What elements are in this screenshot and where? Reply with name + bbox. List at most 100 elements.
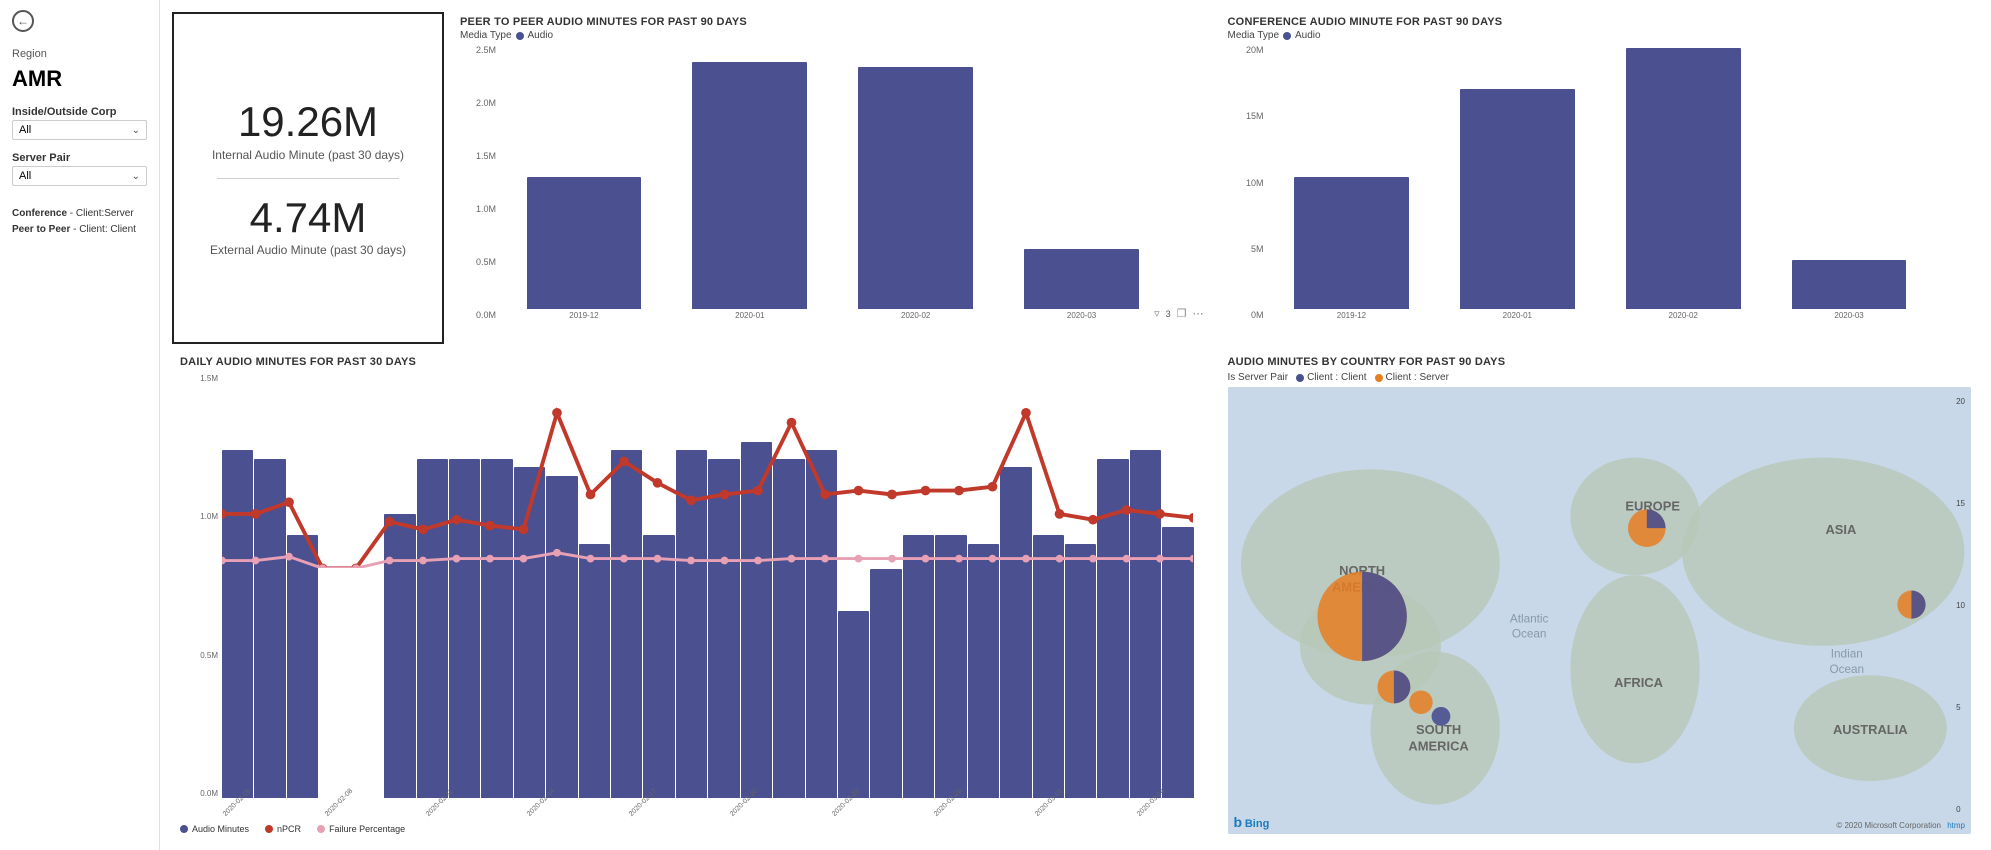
- conf-y-axis: 20M 15M 10M 5M 0M: [1228, 45, 1268, 320]
- daily-bar: [1065, 544, 1096, 798]
- bing-logo: b Bing: [1234, 814, 1270, 830]
- svg-text:ASIA: ASIA: [1825, 522, 1856, 537]
- daily-bar: [741, 442, 772, 798]
- filter-icon[interactable]: ▿: [1154, 307, 1160, 320]
- npcr-legend-label: nPCR: [277, 824, 301, 834]
- conf-media-dot: [1283, 32, 1291, 40]
- peer-y-axis: 2.5M 2.0M 1.5M 1.0M 0.5M 0.0M: [460, 45, 500, 320]
- conf-bars-wrapper: 2019-12 2020-012020-02 2020-03: [1270, 45, 1932, 320]
- daily-bars-area: [222, 374, 1194, 798]
- peer-chart-title: PEER TO PEER AUDIO MINUTES FOR PAST 90 D…: [460, 16, 1204, 28]
- sidebar-legend: Conference - Client:Server Peer to Peer …: [12, 206, 147, 238]
- daily-bar: [1033, 535, 1064, 798]
- map-legend-label: Is Server Pair: [1228, 372, 1289, 383]
- daily-bar: [1000, 467, 1031, 798]
- peer-bar-group: 2020-03: [1000, 45, 1164, 320]
- svg-text:AFRICA: AFRICA: [1614, 675, 1663, 690]
- kpi-value-internal: 19.26M: [212, 99, 404, 145]
- daily-bar: [773, 459, 804, 798]
- main-content: 19.26M Internal Audio Minute (past 30 da…: [160, 0, 1991, 850]
- daily-bar: [903, 535, 934, 798]
- daily-bar: [514, 467, 545, 798]
- svg-text:Atlantic: Atlantic: [1509, 612, 1548, 625]
- conf-chart-subtitle: Media Type Audio: [1228, 30, 1972, 41]
- svg-text:Ocean: Ocean: [1511, 628, 1546, 641]
- peer-bar-group: 2020-02: [834, 45, 998, 320]
- conf-bar-label: 2020-03: [1834, 311, 1863, 320]
- daily-bar: [643, 535, 674, 798]
- daily-chart-panel: DAILY AUDIO MINUTES FOR PAST 30 DAYS 1.5…: [168, 348, 1216, 842]
- conf-bar-group: 2020-02: [1601, 45, 1765, 320]
- conf-bar-label: 2019-12: [1337, 311, 1366, 320]
- daily-bar: [579, 544, 610, 798]
- conf-bar-group: 2020-01: [1435, 45, 1599, 320]
- region-value: AMR: [12, 66, 147, 92]
- daily-bar: [935, 535, 966, 798]
- svg-text:Indian: Indian: [1830, 648, 1862, 661]
- map-legend-subtitle: Is Server Pair Client : Client Client : …: [1228, 372, 1972, 383]
- conf-chart-title: CONFERENCE AUDIO MINUTE FOR PAST 90 DAYS: [1228, 16, 1972, 28]
- chevron-down-icon: ⌄: [132, 125, 140, 136]
- conference-legend-label: Conference: [12, 208, 67, 219]
- conf-media-type-value: Audio: [1295, 30, 1321, 41]
- more-icon[interactable]: ⋯: [1193, 307, 1204, 320]
- client-server-label: Client : Server: [1386, 372, 1449, 383]
- daily-y-axis: 1.5M 1.0M 0.5M 0.0M: [180, 374, 222, 798]
- kpi-block-external: 4.74M External Audio Minute (past 30 day…: [210, 195, 406, 257]
- daily-bar: [449, 459, 480, 798]
- audio-legend-dot: [180, 825, 188, 833]
- peer-media-type-label: Media Type: [460, 30, 512, 41]
- svg-text:Ocean: Ocean: [1829, 663, 1864, 676]
- kpi-block-internal: 19.26M Internal Audio Minute (past 30 da…: [212, 99, 404, 161]
- map-title: AUDIO MINUTES BY COUNTRY FOR PAST 90 DAY…: [1228, 356, 1972, 368]
- p2p-legend-desc: - Client: Client: [70, 224, 136, 235]
- daily-bar: [806, 450, 837, 798]
- chevron-down-icon2: ⌄: [132, 171, 140, 182]
- conf-bar: [1460, 89, 1575, 309]
- conf-bar: [1294, 177, 1409, 309]
- daily-chart-title: DAILY AUDIO MINUTES FOR PAST 30 DAYS: [180, 356, 1204, 368]
- svg-text:AMERICA: AMERICA: [1408, 738, 1468, 753]
- map-y-axis: 20 15 10 5 0: [1956, 397, 1965, 814]
- client-server-dot: [1375, 374, 1383, 382]
- conf-chart-area: 20M 15M 10M 5M 0M 2019-122020-012020-022…: [1228, 45, 1972, 340]
- conference-legend-desc: - Client:Server: [67, 208, 134, 219]
- region-label: Region: [12, 48, 147, 60]
- daily-bar: [384, 514, 415, 798]
- kpi-card: 19.26M Internal Audio Minute (past 30 da…: [172, 12, 444, 344]
- peer-bar-group: 2020-01: [668, 45, 832, 320]
- map-panel: AUDIO MINUTES BY COUNTRY FOR PAST 90 DAY…: [1216, 348, 1984, 842]
- filter2-select[interactable]: All ⌄: [12, 166, 147, 186]
- peer-chart-subtitle: Media Type Audio: [460, 30, 1204, 41]
- kpi-desc-external: External Audio Minute (past 30 days): [210, 243, 406, 257]
- daily-chart-area: 1.5M 1.0M 0.5M 0.0M 2020-02-052020-02-08…: [180, 374, 1204, 820]
- peer-bar-label: 2020-02: [901, 311, 930, 320]
- conf-bar-group: 2020-03: [1767, 45, 1931, 320]
- expand-icon[interactable]: ❐: [1177, 307, 1187, 320]
- daily-bar: [254, 459, 285, 798]
- filter1-value: All: [19, 124, 31, 136]
- filter2-label: Server Pair: [12, 152, 147, 164]
- daily-bar: [838, 611, 869, 798]
- legend-npcr: nPCR: [265, 824, 301, 834]
- daily-bar: [968, 544, 999, 798]
- conf-chart-panel: CONFERENCE AUDIO MINUTE FOR PAST 90 DAYS…: [1216, 8, 1984, 348]
- htmp-link[interactable]: htmp: [1947, 821, 1965, 830]
- peer-bars-wrapper: 2019-12 2020-01 2020-02 2020-03: [502, 45, 1164, 320]
- peer-bar-label: 2019-12: [569, 311, 598, 320]
- filter2-value: All: [19, 170, 31, 182]
- daily-bar: [1162, 527, 1193, 798]
- map-client-server-legend: Client : Server: [1375, 372, 1449, 383]
- sidebar: ← Region AMR Inside/Outside Corp All ⌄ S…: [0, 0, 160, 850]
- conf-bar: [1626, 48, 1741, 309]
- filter1-label: Inside/Outside Corp: [12, 106, 147, 118]
- npcr-legend-dot: [265, 825, 273, 833]
- daily-bar: [676, 450, 707, 798]
- back-button[interactable]: ←: [12, 10, 147, 32]
- fail-legend-label: Failure Percentage: [329, 824, 405, 834]
- daily-bar: [546, 476, 577, 798]
- audio-legend-label: Audio Minutes: [192, 824, 249, 834]
- filter1-select[interactable]: All ⌄: [12, 120, 147, 140]
- client-client-dot: [1296, 374, 1304, 382]
- filter-inside-outside: Inside/Outside Corp All ⌄: [12, 106, 147, 140]
